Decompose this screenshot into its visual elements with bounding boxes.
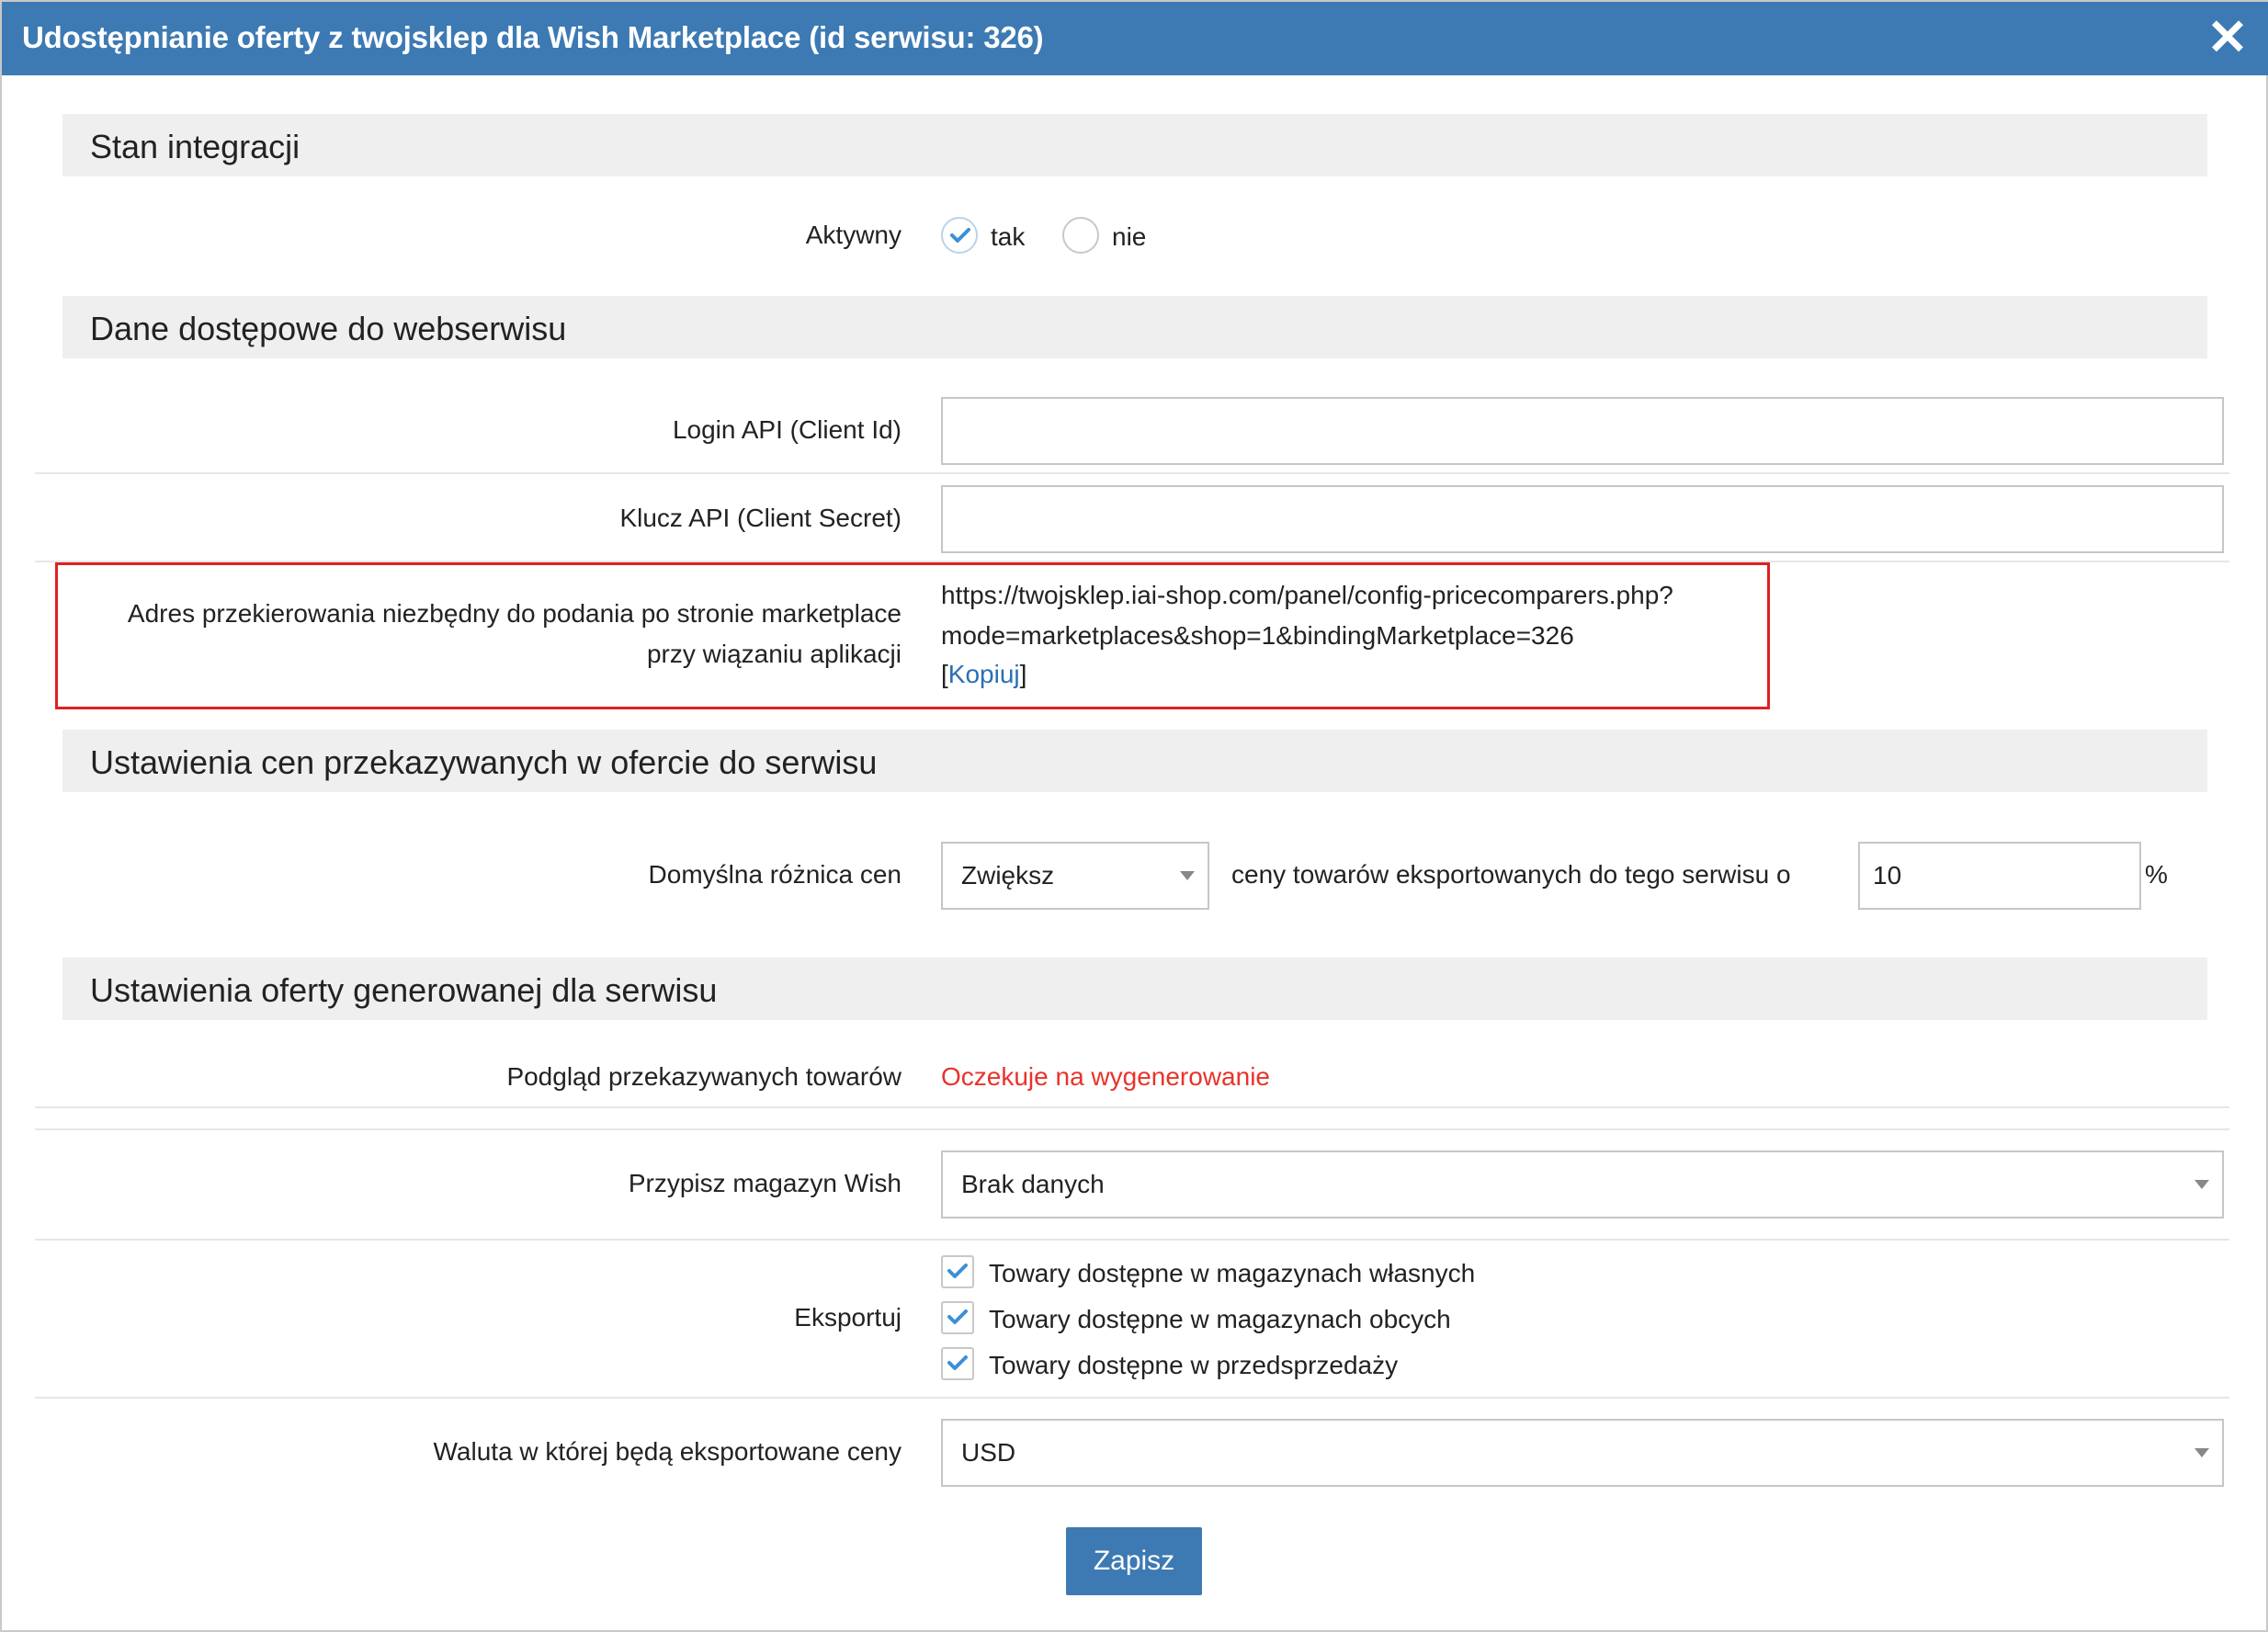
section-title: Stan integracji	[90, 128, 301, 165]
redirect-label-line1: Adres przekierowania niezbędny do podani…	[127, 599, 902, 628]
currency-label: Waluta w której będą eksportowane ceny	[433, 1437, 902, 1466]
export-own-label[interactable]: Towary dostępne w magazynach własnych	[989, 1259, 1475, 1288]
preview-status: Oczekuje na wygenerowanie	[941, 1062, 1270, 1091]
section-title: Dane dostępowe do webserwisu	[90, 310, 567, 347]
price-diff-text: ceny towarów eksportowanych do tego serw…	[1231, 860, 1791, 889]
chevron-down-icon	[1180, 871, 1195, 880]
active-label: Aktywny	[805, 221, 902, 249]
price-diff-value: Zwiększ	[961, 861, 1055, 890]
active-yes-radio[interactable]	[941, 217, 978, 254]
bracket-close: ]	[1019, 660, 1027, 688]
warehouse-select[interactable]: Brak danych	[941, 1150, 2224, 1218]
redirect-url-line1: https://twojsklep.iai-shop.com/panel/con…	[941, 581, 1673, 609]
price-diff-label: Domyślna różnica cen	[648, 860, 902, 889]
redirect-url-line2: mode=marketplaces&shop=1&bindingMarketpl…	[941, 621, 1574, 650]
export-presale-label[interactable]: Towary dostępne w przedsprzedaży	[989, 1351, 1398, 1380]
warehouse-value: Brak danych	[961, 1170, 1105, 1198]
check-icon	[947, 1309, 968, 1324]
preview-label: Podgląd przekazywanych towarów	[506, 1062, 902, 1091]
row-divider	[35, 1397, 2229, 1399]
active-no-label[interactable]: nie	[1112, 222, 1146, 252]
percent-unit: %	[2145, 860, 2168, 889]
section-price-settings: Ustawienia cen przekazywanych w ofercie …	[62, 730, 2207, 792]
api-login-input[interactable]	[941, 397, 2224, 465]
row-divider	[35, 472, 2229, 474]
api-login-label: Login API (Client Id)	[672, 415, 902, 444]
warehouse-label: Przypisz magazyn Wish	[628, 1169, 902, 1197]
dialog-title: Udostępnianie oferty z twojsklep dla Wis…	[22, 20, 1044, 54]
export-presale-checkbox[interactable]	[941, 1347, 974, 1380]
section-integration-status: Stan integracji	[62, 114, 2207, 176]
bracket-open: [	[941, 660, 948, 688]
section-title: Ustawienia oferty generowanej dla serwis…	[90, 971, 718, 1009]
check-icon	[950, 228, 970, 243]
active-no-radio[interactable]	[1062, 217, 1099, 254]
chevron-down-icon	[2194, 1180, 2209, 1189]
row-divider	[35, 1106, 2229, 1108]
copy-link[interactable]: Kopiuj	[948, 660, 1020, 688]
currency-value: USD	[961, 1438, 1016, 1467]
section-access-data: Dane dostępowe do webserwisu	[62, 296, 2207, 358]
export-external-label[interactable]: Towary dostępne w magazynach obcych	[989, 1305, 1451, 1334]
section-offer-settings: Ustawienia oferty generowanej dla serwis…	[62, 958, 2207, 1020]
row-divider	[35, 1128, 2229, 1130]
api-secret-input[interactable]	[941, 485, 2224, 553]
dialog-titlebar: Udostępnianie oferty z twojsklep dla Wis…	[2, 2, 2268, 75]
copy-link-wrapper: [Kopiuj]	[941, 660, 1026, 689]
check-icon	[947, 1355, 968, 1370]
export-own-checkbox[interactable]	[941, 1255, 974, 1288]
check-icon	[947, 1264, 968, 1278]
active-yes-label[interactable]: tak	[991, 222, 1025, 252]
price-diff-select[interactable]: Zwiększ	[941, 842, 1209, 910]
currency-select[interactable]: USD	[941, 1419, 2224, 1487]
api-secret-label: Klucz API (Client Secret)	[619, 504, 902, 532]
price-diff-amount-input[interactable]	[1858, 842, 2141, 910]
export-external-checkbox[interactable]	[941, 1301, 974, 1334]
export-label: Eksportuj	[794, 1303, 902, 1332]
row-divider	[35, 1239, 2229, 1241]
section-title: Ustawienia cen przekazywanych w ofercie …	[90, 743, 878, 781]
chevron-down-icon	[2194, 1448, 2209, 1457]
share-offer-dialog: Udostępnianie oferty z twojsklep dla Wis…	[0, 0, 2268, 1632]
close-icon[interactable]: ✕	[2200, 7, 2255, 68]
save-button[interactable]: Zapisz	[1066, 1527, 1202, 1595]
redirect-label-line2: przy wiązaniu aplikacji	[646, 640, 902, 668]
